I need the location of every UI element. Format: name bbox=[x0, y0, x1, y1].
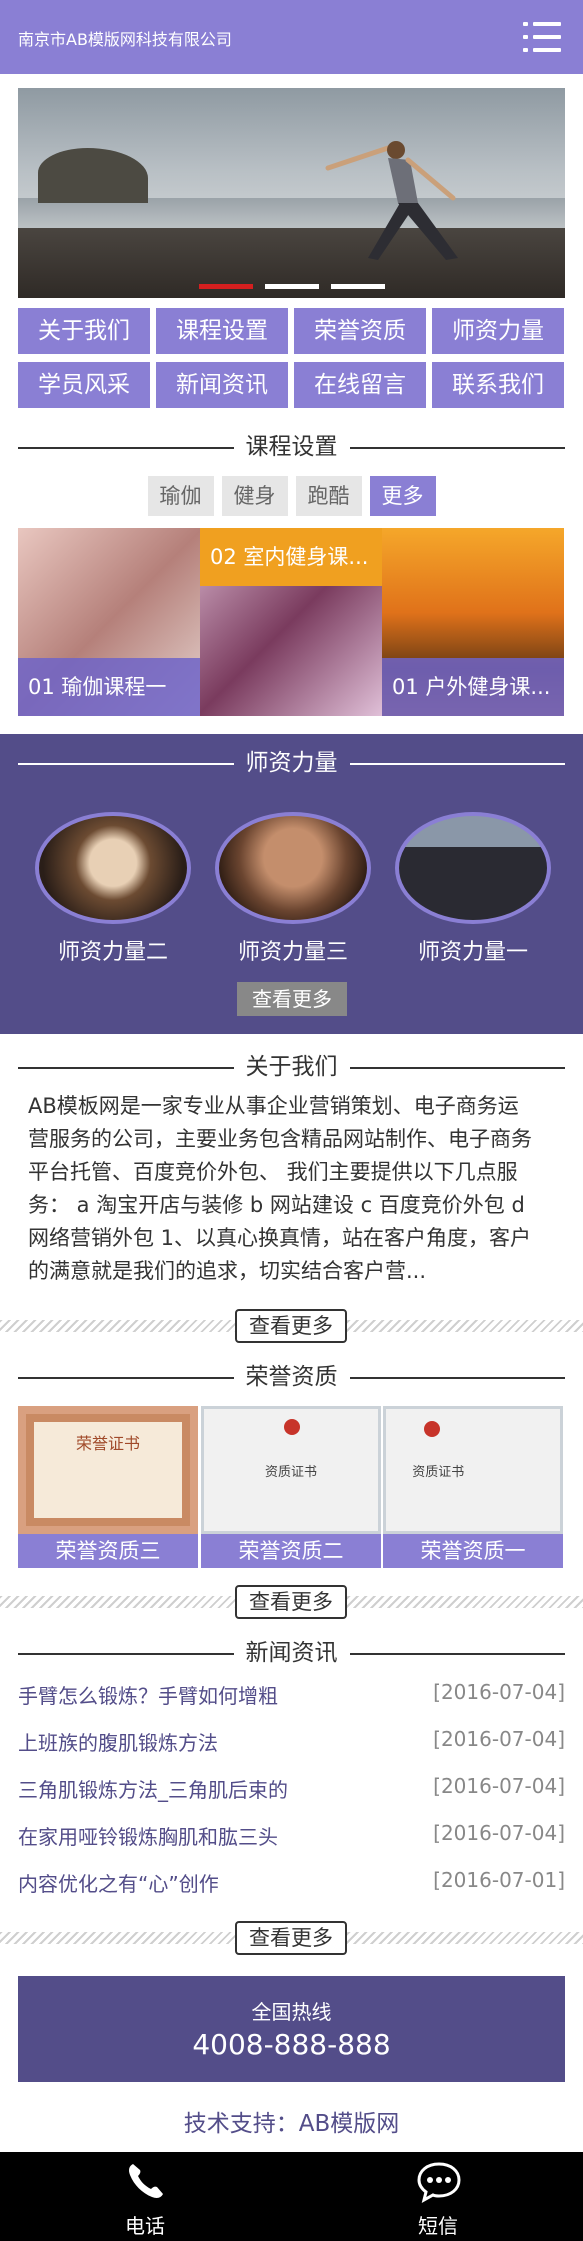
honors-section-title: 荣誉资质 bbox=[18, 1362, 565, 1392]
banner-slider[interactable] bbox=[18, 88, 565, 298]
tab-fitness[interactable]: 健身 bbox=[221, 476, 288, 516]
news-date: [2016-07-04] bbox=[433, 1727, 565, 1751]
news-title[interactable]: 三角肌锻炼方法_三角肌后束的 bbox=[18, 1774, 288, 1803]
yoga-woman-image bbox=[325, 141, 458, 260]
chat-bubble-icon bbox=[417, 2162, 461, 2203]
honor-card[interactable]: 资质证书 荣誉资质一 bbox=[383, 1406, 563, 1568]
honor-label: 荣誉资质一 bbox=[383, 1534, 563, 1568]
news-title[interactable]: 上班族的腹肌锻炼方法 bbox=[18, 1727, 218, 1756]
nav-news[interactable]: 新闻资讯 bbox=[156, 362, 288, 408]
news-date: [2016-07-04] bbox=[433, 1821, 565, 1845]
banner-dot-1[interactable] bbox=[198, 284, 253, 289]
teacher-name[interactable]: 师资力量二 bbox=[35, 934, 191, 966]
sms-button[interactable]: 短信 bbox=[338, 2152, 538, 2241]
news-title[interactable]: 手臂怎么锻炼？手臂如何增粗 bbox=[18, 1680, 278, 1709]
site-title: 南京市AB模版网科技有限公司 bbox=[18, 30, 232, 49]
about-text: AB模板网是一家专业从事企业营销策划、电子商务运 营服务的公司，主要业务包含精品… bbox=[28, 1094, 532, 1283]
nav-message[interactable]: 在线留言 bbox=[294, 362, 426, 408]
news-title[interactable]: 在家用哑铃锻炼胸肌和肱三头 bbox=[18, 1821, 278, 1850]
sms-label: 短信 bbox=[418, 2214, 458, 2238]
nav-contact[interactable]: 联系我们 bbox=[432, 362, 564, 408]
hotline-number[interactable]: 4008-888-888 bbox=[18, 2028, 565, 2061]
menu-icon[interactable] bbox=[523, 20, 561, 54]
teacher-name[interactable]: 师资力量一 bbox=[395, 934, 551, 966]
certificate-image: 资质证书 bbox=[383, 1406, 563, 1534]
news-item[interactable]: 在家用哑铃锻炼胸肌和肱三头 [2016-07-04] bbox=[18, 1821, 565, 1868]
teacher-photo[interactable] bbox=[395, 812, 551, 924]
certificate-image: 资质证书 bbox=[201, 1406, 381, 1534]
nav-teachers[interactable]: 师资力量 bbox=[432, 308, 564, 354]
hotline-box: 全国热线 4008-888-888 bbox=[18, 1976, 565, 2082]
phone-icon bbox=[129, 2164, 163, 2198]
news-date: [2016-07-04] bbox=[433, 1680, 565, 1704]
nav-honors[interactable]: 荣誉资质 bbox=[294, 308, 426, 354]
tech-support[interactable]: 技术支持：AB模版网 bbox=[0, 2104, 583, 2138]
teacher-photo[interactable] bbox=[215, 812, 371, 924]
teachers-section-title: 师资力量 bbox=[18, 748, 565, 778]
teacher-name[interactable]: 师资力量三 bbox=[215, 934, 371, 966]
news-item[interactable]: 三角肌锻炼方法_三角肌后束的 [2016-07-04] bbox=[18, 1774, 565, 1821]
course-tabs: 瑜伽 健身 跑酷 更多 bbox=[0, 476, 583, 516]
nav-students[interactable]: 学员风采 bbox=[18, 362, 150, 408]
teachers-section: 师资力量 师资力量二 师资力量三 师资力量一 查看更多 bbox=[0, 734, 583, 1034]
news-title[interactable]: 内容优化之有“心”创作 bbox=[18, 1868, 219, 1897]
teacher-photo[interactable] bbox=[35, 812, 191, 924]
news-item[interactable]: 内容优化之有“心”创作 [2016-07-01] bbox=[18, 1868, 565, 1915]
banner-dot-2[interactable] bbox=[264, 284, 319, 289]
banner-dot-3[interactable] bbox=[330, 284, 385, 289]
course-card[interactable]: 01 户外健身课... bbox=[382, 528, 564, 716]
tab-yoga[interactable]: 瑜伽 bbox=[147, 476, 214, 516]
course-list: 01 瑜伽课程一 02 室内健身课... 01 户外健身课... bbox=[18, 528, 565, 716]
honor-label: 荣誉资质三 bbox=[18, 1534, 198, 1568]
honor-card[interactable]: 荣誉证书 荣誉资质三 bbox=[18, 1406, 198, 1568]
course-title: 01 户外健身课... bbox=[382, 658, 564, 716]
tab-parkour[interactable]: 跑酷 bbox=[295, 476, 362, 516]
news-item[interactable]: 手臂怎么锻炼？手臂如何增粗 [2016-07-04] bbox=[18, 1680, 565, 1727]
nav-courses[interactable]: 课程设置 bbox=[156, 308, 288, 354]
course-card[interactable]: 02 室内健身课... bbox=[200, 528, 382, 716]
certificate-image: 荣誉证书 bbox=[18, 1406, 198, 1534]
phone-label: 电话 bbox=[125, 2214, 165, 2238]
news-more-button[interactable]: 查看更多 bbox=[235, 1921, 347, 1955]
course-card[interactable]: 01 瑜伽课程一 bbox=[18, 528, 200, 716]
news-section-title: 新闻资讯 bbox=[18, 1638, 565, 1668]
header-bar: 南京市AB模版网科技有限公司 bbox=[0, 0, 583, 74]
course-title: 02 室内健身课... bbox=[200, 528, 382, 586]
teachers-more-button[interactable]: 查看更多 bbox=[237, 982, 347, 1016]
honor-card[interactable]: 资质证书 荣誉资质二 bbox=[201, 1406, 381, 1568]
news-item[interactable]: 上班族的腹肌锻炼方法 [2016-07-04] bbox=[18, 1727, 565, 1774]
about-more-button[interactable]: 查看更多 bbox=[235, 1309, 347, 1343]
tab-more[interactable]: 更多 bbox=[369, 476, 436, 516]
news-date: [2016-07-04] bbox=[433, 1774, 565, 1798]
courses-section-title: 课程设置 bbox=[18, 432, 565, 462]
nav-about[interactable]: 关于我们 bbox=[18, 308, 150, 354]
honor-label: 荣誉资质二 bbox=[201, 1534, 381, 1568]
hotline-label: 全国热线 bbox=[251, 2000, 332, 2024]
phone-button[interactable]: 电话 bbox=[45, 2152, 245, 2241]
news-list: 手臂怎么锻炼？手臂如何增粗 [2016-07-04] 上班族的腹肌锻炼方法 [2… bbox=[18, 1680, 565, 1915]
about-section-title: 关于我们 bbox=[18, 1052, 565, 1082]
course-title: 01 瑜伽课程一 bbox=[18, 658, 200, 716]
banner-pagination bbox=[18, 274, 565, 293]
footer-bar: 电话 短信 bbox=[0, 2152, 583, 2241]
honors-more-button[interactable]: 查看更多 bbox=[235, 1585, 347, 1619]
news-date: [2016-07-01] bbox=[433, 1868, 565, 1892]
